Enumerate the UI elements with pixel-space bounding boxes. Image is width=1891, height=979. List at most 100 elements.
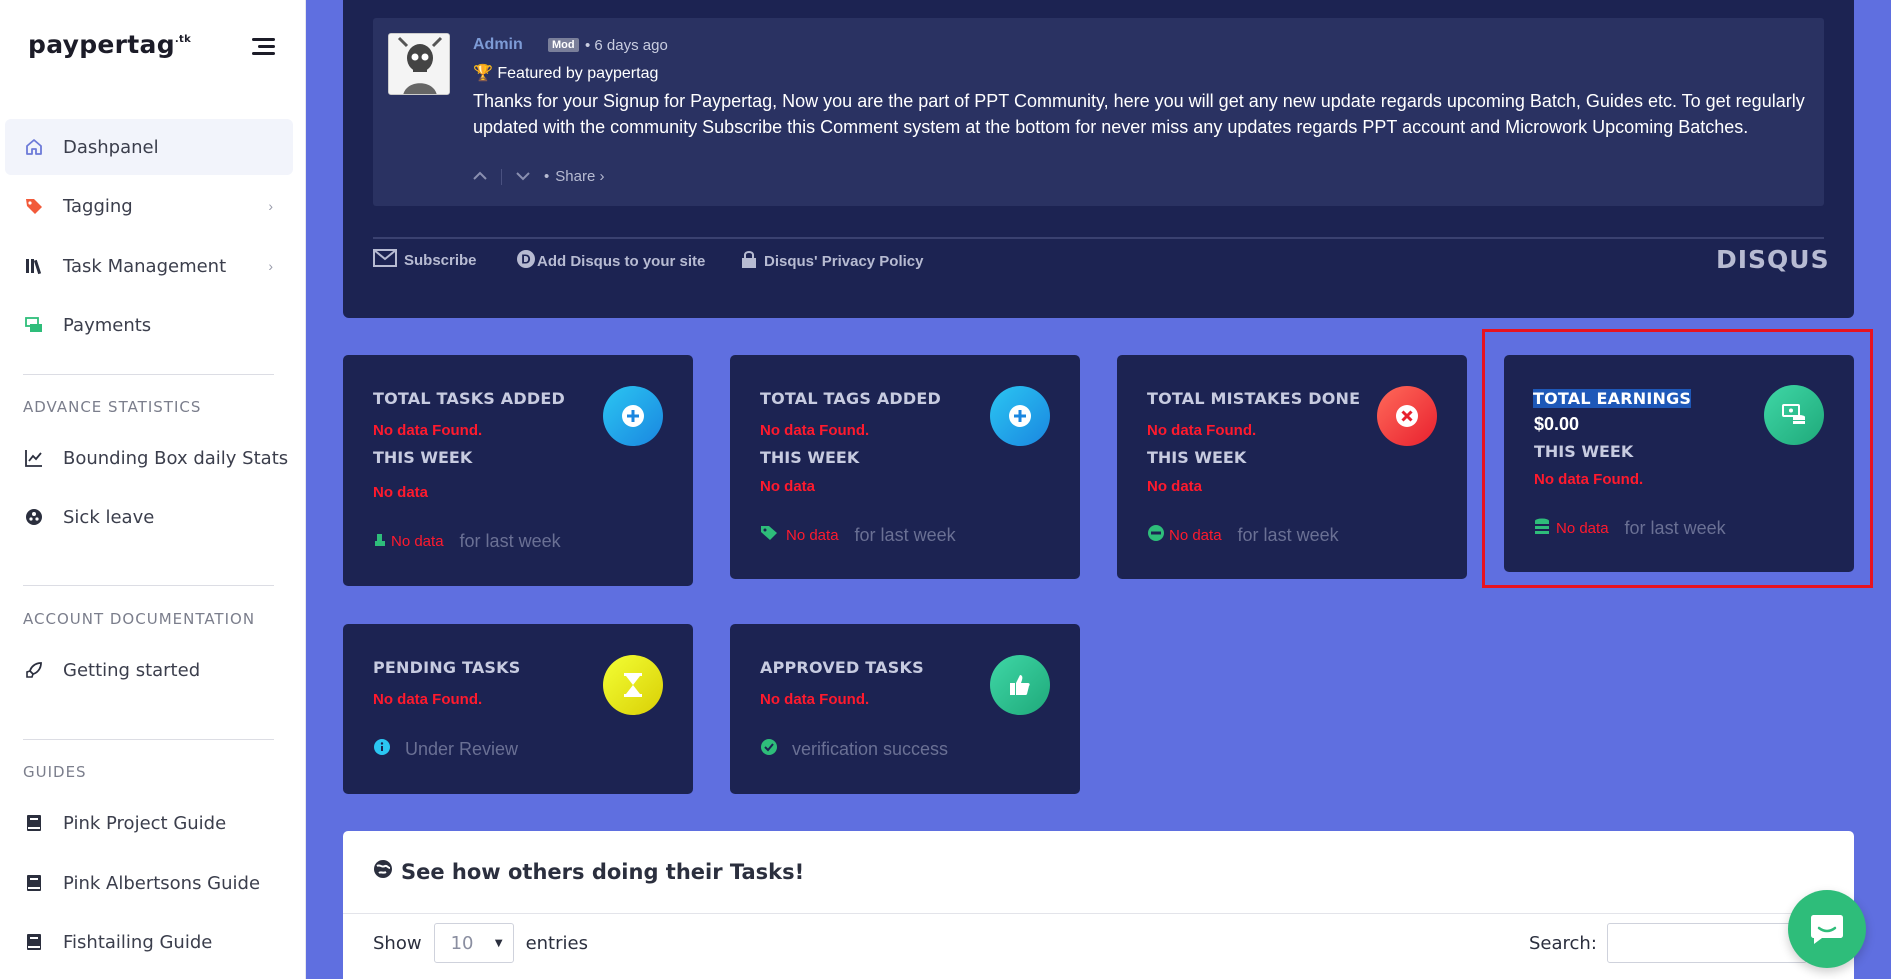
brand-logo[interactable]: paypertag.tk	[28, 30, 191, 59]
trophy-icon: 🏆	[473, 65, 493, 82]
hand-coins-icon	[373, 530, 387, 553]
show-label: Show	[373, 932, 422, 954]
sidebar-item-bounding-box-daily-stats[interactable]: Bounding Box daily Stats	[5, 430, 293, 486]
card-week-label: THIS WEEK	[1147, 448, 1247, 467]
sidebar-item-pink-albertsons-guide[interactable]: Pink Albertsons Guide	[5, 855, 293, 911]
total-tasks-card: TOTAL TASKS ADDED No data Found. THIS WE…	[343, 355, 693, 586]
brand-tld: .tk	[174, 34, 192, 45]
card-status: No data Found.	[373, 691, 483, 708]
featured-label: 🏆 Featured by paypertag	[473, 63, 658, 83]
hourglass-icon[interactable]	[603, 655, 663, 715]
chevron-right-icon: ›	[268, 258, 273, 274]
card-week-value: No data	[760, 478, 816, 495]
table-title: See how others doing their Tasks!	[373, 859, 804, 884]
page-size-select[interactable]: 10 ▼	[433, 923, 514, 963]
card-status: No data Found.	[373, 422, 483, 439]
sidebar-item-label: Bounding Box daily Stats	[63, 447, 289, 469]
chat-bubble-icon[interactable]	[1788, 890, 1866, 968]
card-footer: verification success	[760, 738, 948, 761]
approved-tasks-card: APPROVED TASKS No data Found. verificati…	[730, 624, 1080, 794]
home-icon	[23, 136, 45, 158]
total-tags-card: TOTAL TAGS ADDED No data Found. THIS WEE…	[730, 355, 1080, 579]
check-circle-icon	[760, 738, 778, 761]
disqus-logo[interactable]: DISQUS	[1716, 245, 1830, 274]
sidebar-item-payments[interactable]: Payments	[5, 297, 293, 353]
comment-time[interactable]: • 6 days ago	[585, 37, 668, 54]
menu-toggle-icon[interactable]	[252, 38, 275, 56]
sidebar-item-dashpanel[interactable]: Dashpanel	[5, 119, 293, 175]
share-link[interactable]: Share ›	[555, 168, 604, 185]
card-footer: No data for last week	[1147, 524, 1339, 547]
disqus-d-icon: D	[516, 249, 536, 273]
add-disqus-link[interactable]: D Add Disqus to your site	[516, 249, 705, 273]
sidebar: paypertag.tk Dashpanel Tagging › Task Ma…	[0, 0, 306, 979]
card-title: PENDING TASKS	[373, 658, 521, 677]
thumbs-up-icon[interactable]	[990, 655, 1050, 715]
globe-icon	[373, 859, 393, 884]
sidebar-item-tagging[interactable]: Tagging ›	[5, 178, 293, 234]
card-foot-label: for last week	[459, 531, 561, 551]
comment: Admin Mod • 6 days ago 🏆 Featured by pay…	[373, 18, 1824, 206]
sidebar-item-task-management[interactable]: Task Management ›	[5, 238, 293, 294]
subscribe-label: Subscribe	[404, 251, 477, 269]
sidebar-item-fishtailing-guide[interactable]: Fishtailing Guide	[5, 914, 293, 970]
sidebar-item-label: Pink Project Guide	[63, 812, 227, 834]
sidebar-item-label: Pink Albertsons Guide	[63, 872, 261, 894]
mod-badge: Mod	[548, 38, 579, 52]
bullet: •	[544, 168, 550, 185]
chevron-right-icon: ›	[268, 198, 273, 214]
svg-text:D: D	[521, 252, 530, 267]
comment-author[interactable]: Admin	[473, 36, 523, 54]
table-title-text: See how others doing their Tasks!	[401, 859, 805, 884]
plus-circle-icon[interactable]	[990, 386, 1050, 446]
sidebar-item-label: Sick leave	[63, 506, 155, 528]
page-size-value: 10	[450, 932, 474, 954]
card-status: No data Found.	[1147, 422, 1257, 439]
downvote-icon[interactable]	[516, 168, 530, 185]
comments-panel: Admin Mod • 6 days ago 🏆 Featured by pay…	[343, 0, 1854, 318]
card-footer: No data for last week	[373, 530, 561, 553]
rocket-icon	[23, 659, 45, 681]
lock-icon	[741, 249, 757, 273]
tasks-table-panel: See how others doing their Tasks! Show 1…	[343, 831, 1854, 979]
sidebar-item-pink-project-guide[interactable]: Pink Project Guide	[5, 795, 293, 851]
page-size-control: Show 10 ▼ entries	[373, 923, 588, 963]
search-input[interactable]	[1606, 923, 1807, 963]
tags-icon	[760, 524, 782, 547]
card-week-value: No data	[1147, 478, 1203, 495]
card-foot-value: No data	[391, 533, 444, 550]
privacy-policy-link[interactable]: Disqus' Privacy Policy	[741, 249, 923, 273]
virus-icon	[23, 506, 45, 528]
divider	[343, 913, 1854, 914]
sidebar-item-sick-leave[interactable]: Sick leave	[5, 489, 293, 545]
total-mistakes-card: TOTAL MISTAKES DONE No data Found. THIS …	[1117, 355, 1467, 579]
plus-circle-icon[interactable]	[603, 386, 663, 446]
search-label: Search:	[1529, 932, 1597, 954]
card-week-label: THIS WEEK	[373, 448, 473, 467]
book-icon	[23, 872, 45, 894]
card-foot-label: for last week	[854, 525, 956, 545]
card-title: TOTAL TASKS ADDED	[373, 389, 565, 408]
card-status: No data Found.	[760, 691, 870, 708]
chart-line-icon	[23, 447, 45, 469]
avatar[interactable]	[388, 33, 450, 95]
highlight-box	[1482, 329, 1873, 588]
sidebar-item-label: Payments	[63, 314, 152, 336]
book-icon	[23, 931, 45, 953]
upvote-icon[interactable]	[473, 168, 487, 185]
card-foot-label: Under Review	[405, 739, 519, 759]
sidebar-item-label: Task Management	[63, 255, 227, 277]
sidebar-item-getting-started[interactable]: Getting started	[5, 642, 293, 698]
money-icon	[23, 314, 45, 336]
book-icon	[23, 812, 45, 834]
card-foot-label: verification success	[792, 739, 949, 759]
subscribe-link[interactable]: Subscribe	[373, 249, 477, 271]
card-week-label: THIS WEEK	[760, 448, 860, 467]
card-foot-value: No data	[786, 527, 839, 544]
card-status: No data Found.	[760, 422, 870, 439]
pending-tasks-card: PENDING TASKS No data Found. Under Revie…	[343, 624, 693, 794]
comment-text: Thanks for your Signup for Paypertag, No…	[473, 91, 1805, 137]
close-circle-icon[interactable]	[1377, 386, 1437, 446]
card-foot-value: No data	[1169, 527, 1222, 544]
privacy-label: Disqus' Privacy Policy	[764, 252, 924, 270]
